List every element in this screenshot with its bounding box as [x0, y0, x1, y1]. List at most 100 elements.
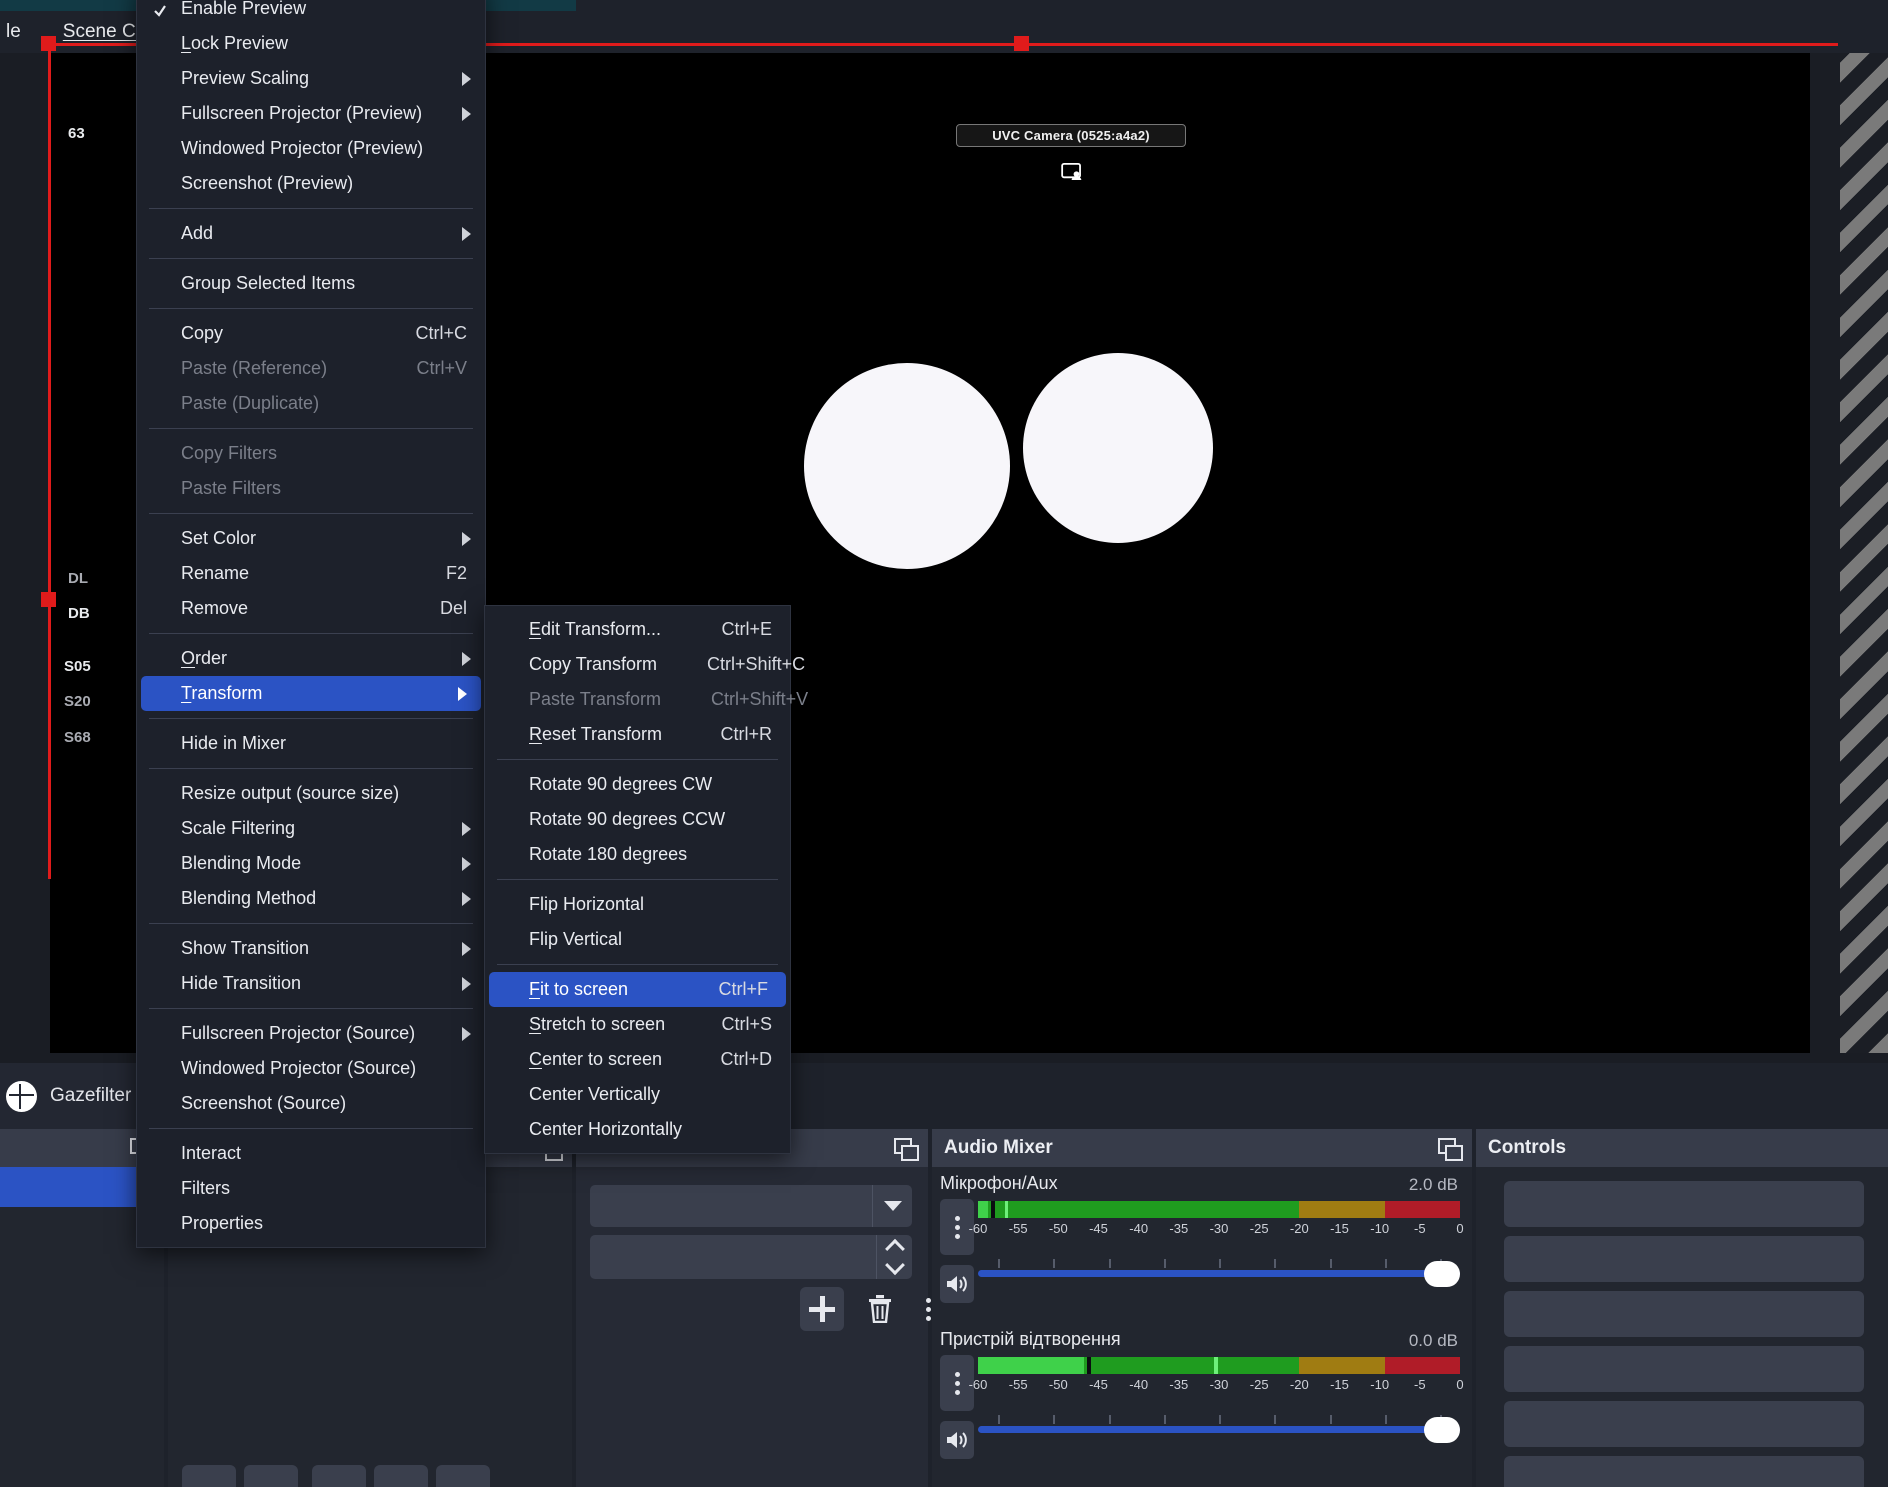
- menu-item-rotate-180-degrees[interactable]: Rotate 180 degrees: [485, 837, 790, 872]
- meter-tick-label: 0: [1456, 1377, 1463, 1392]
- menu-item-windowed-projector-preview[interactable]: Windowed Projector (Preview): [137, 131, 485, 166]
- preview-context-menu[interactable]: Enable PreviewLock PreviewPreview Scalin…: [136, 0, 486, 1248]
- control-button[interactable]: [1504, 1346, 1864, 1392]
- chevron-up-icon[interactable]: [877, 1235, 912, 1257]
- menu-item-label: Rotate 90 degrees CW: [529, 774, 712, 795]
- menu-item-hide-in-mixer[interactable]: Hide in Mixer: [137, 726, 485, 761]
- controls-dock-title: Controls: [1488, 1137, 1566, 1159]
- menu-item-screenshot-source[interactable]: Screenshot (Source): [137, 1086, 485, 1121]
- audio-track-mute-button[interactable]: [940, 1421, 974, 1459]
- meter-level: [978, 1357, 1084, 1374]
- menu-item-enable-preview[interactable]: Enable Preview: [137, 0, 485, 26]
- selection-handle-top-left[interactable]: [41, 36, 56, 51]
- menu-item-filters[interactable]: Filters: [137, 1171, 485, 1206]
- spinner-arrows[interactable]: [876, 1235, 912, 1279]
- volume-slider-handle[interactable]: [1424, 1417, 1460, 1443]
- menu-item-rotate-90-degrees-cw[interactable]: Rotate 90 degrees CW: [485, 767, 790, 802]
- menu-item-windowed-projector-source[interactable]: Windowed Projector (Source): [137, 1051, 485, 1086]
- menu-item-preview-scaling[interactable]: Preview Scaling: [137, 61, 485, 96]
- menu-item-scale-filtering[interactable]: Scale Filtering: [137, 811, 485, 846]
- transition-duration-spinner[interactable]: [590, 1235, 912, 1279]
- source-properties-button[interactable]: [312, 1465, 366, 1487]
- selection-handle-top-center[interactable]: [1014, 36, 1029, 51]
- menu-item-flip-horizontal[interactable]: Flip Horizontal: [485, 887, 790, 922]
- menu-item-shortcut: Ctrl+Shift+C: [657, 654, 805, 675]
- menu-item-add[interactable]: Add: [137, 216, 485, 251]
- menu-item-transform[interactable]: Transform: [141, 676, 481, 711]
- source-up-button[interactable]: [374, 1465, 428, 1487]
- control-button[interactable]: [1504, 1236, 1864, 1282]
- menubar-item-file[interactable]: le: [0, 19, 27, 45]
- source-remove-button[interactable]: [244, 1465, 298, 1487]
- meter-tick-label: -10: [1370, 1221, 1389, 1236]
- menu-item-shortcut: Del: [390, 598, 467, 619]
- meter-tick-label: -15: [1330, 1377, 1349, 1392]
- submenu-arrow-icon: [462, 822, 471, 836]
- meter-zone: [1299, 1201, 1386, 1218]
- remove-transition-button[interactable]: [858, 1287, 902, 1331]
- menu-item-lock-preview[interactable]: Lock Preview: [137, 26, 485, 61]
- add-transition-button[interactable]: [800, 1287, 844, 1331]
- control-button[interactable]: [1504, 1181, 1864, 1227]
- checkmark-icon: [153, 2, 167, 16]
- meter-tick-label: -25: [1250, 1221, 1269, 1236]
- menu-item-fit-to-screen[interactable]: Fit to screenCtrl+F: [489, 972, 786, 1007]
- audio-track-mute-button[interactable]: [940, 1265, 974, 1303]
- menu-item-resize-output-source-size[interactable]: Resize output (source size): [137, 776, 485, 811]
- menu-item-properties[interactable]: Properties: [137, 1206, 485, 1241]
- control-button[interactable]: [1504, 1401, 1864, 1447]
- menu-item-show-transition[interactable]: Show Transition: [137, 931, 485, 966]
- menu-item-rotate-90-degrees-ccw[interactable]: Rotate 90 degrees CCW: [485, 802, 790, 837]
- meter-zone: [1385, 1201, 1460, 1218]
- eye-right-shape: [1023, 353, 1213, 543]
- menu-item-label: Filters: [181, 1178, 230, 1199]
- volume-slider-handle[interactable]: [1424, 1261, 1460, 1287]
- chevron-down-icon[interactable]: [877, 1257, 912, 1279]
- popout-icon[interactable]: [894, 1138, 916, 1158]
- menu-item-label: Order: [181, 648, 227, 669]
- menu-item-label: Flip Horizontal: [529, 894, 644, 915]
- menu-item-blending-method[interactable]: Blending Method: [137, 881, 485, 916]
- menu-item-group-selected-items[interactable]: Group Selected Items: [137, 266, 485, 301]
- menu-item-copy[interactable]: CopyCtrl+C: [137, 316, 485, 351]
- menu-item-center-to-screen[interactable]: Center to screenCtrl+D: [485, 1042, 790, 1077]
- transform-submenu[interactable]: Edit Transform...Ctrl+ECopy TransformCtr…: [484, 605, 791, 1154]
- menu-item-flip-vertical[interactable]: Flip Vertical: [485, 922, 790, 957]
- menu-item-stretch-to-screen[interactable]: Stretch to screenCtrl+S: [485, 1007, 790, 1042]
- menu-item-paste-filters: Paste Filters: [137, 471, 485, 506]
- chevron-down-icon[interactable]: [872, 1185, 912, 1227]
- preview-overlay-label: DB: [68, 605, 90, 622]
- menu-item-order[interactable]: Order: [137, 641, 485, 676]
- menu-item-center-horizontally[interactable]: Center Horizontally: [485, 1112, 790, 1147]
- menu-item-rename[interactable]: RenameF2: [137, 556, 485, 591]
- volume-slider-ticks: [998, 1259, 1440, 1268]
- volume-slider[interactable]: [978, 1270, 1460, 1277]
- menu-item-fullscreen-projector-source[interactable]: Fullscreen Projector (Source): [137, 1016, 485, 1051]
- control-button[interactable]: [1504, 1456, 1864, 1487]
- menu-item-remove[interactable]: RemoveDel: [137, 591, 485, 626]
- menu-item-blending-mode[interactable]: Blending Mode: [137, 846, 485, 881]
- speaker-icon: [945, 1429, 969, 1451]
- menu-item-edit-transform[interactable]: Edit Transform...Ctrl+E: [485, 612, 790, 647]
- menu-item-center-vertically[interactable]: Center Vertically: [485, 1077, 790, 1112]
- meter-tick-label: -55: [1009, 1377, 1028, 1392]
- menu-item-set-color[interactable]: Set Color: [137, 521, 485, 556]
- audio-mixer-body: Мікрофон/Aux2.0 dB-60-55-50-45-40-35-30-…: [932, 1167, 1472, 1487]
- meter-gap: [991, 1201, 995, 1218]
- volume-slider[interactable]: [978, 1426, 1460, 1433]
- menu-item-interact[interactable]: Interact: [137, 1136, 485, 1171]
- menu-item-fullscreen-projector-preview[interactable]: Fullscreen Projector (Preview): [137, 96, 485, 131]
- control-button[interactable]: [1504, 1291, 1864, 1337]
- source-add-button[interactable]: [182, 1465, 236, 1487]
- transition-select[interactable]: [590, 1185, 912, 1227]
- selection-handle-middle-left[interactable]: [41, 592, 56, 607]
- menu-item-reset-transform[interactable]: Reset TransformCtrl+R: [485, 717, 790, 752]
- menu-item-hide-transition[interactable]: Hide Transition: [137, 966, 485, 1001]
- menu-item-shortcut: Ctrl+Shift+V: [661, 689, 808, 710]
- popout-icon[interactable]: [1438, 1138, 1460, 1158]
- menu-item-label: Center Horizontally: [529, 1119, 682, 1140]
- menu-item-screenshot-preview[interactable]: Screenshot (Preview): [137, 166, 485, 201]
- source-down-button[interactable]: [436, 1465, 490, 1487]
- menu-item-shortcut: Ctrl+E: [671, 619, 772, 640]
- menu-item-copy-transform[interactable]: Copy TransformCtrl+Shift+C: [485, 647, 790, 682]
